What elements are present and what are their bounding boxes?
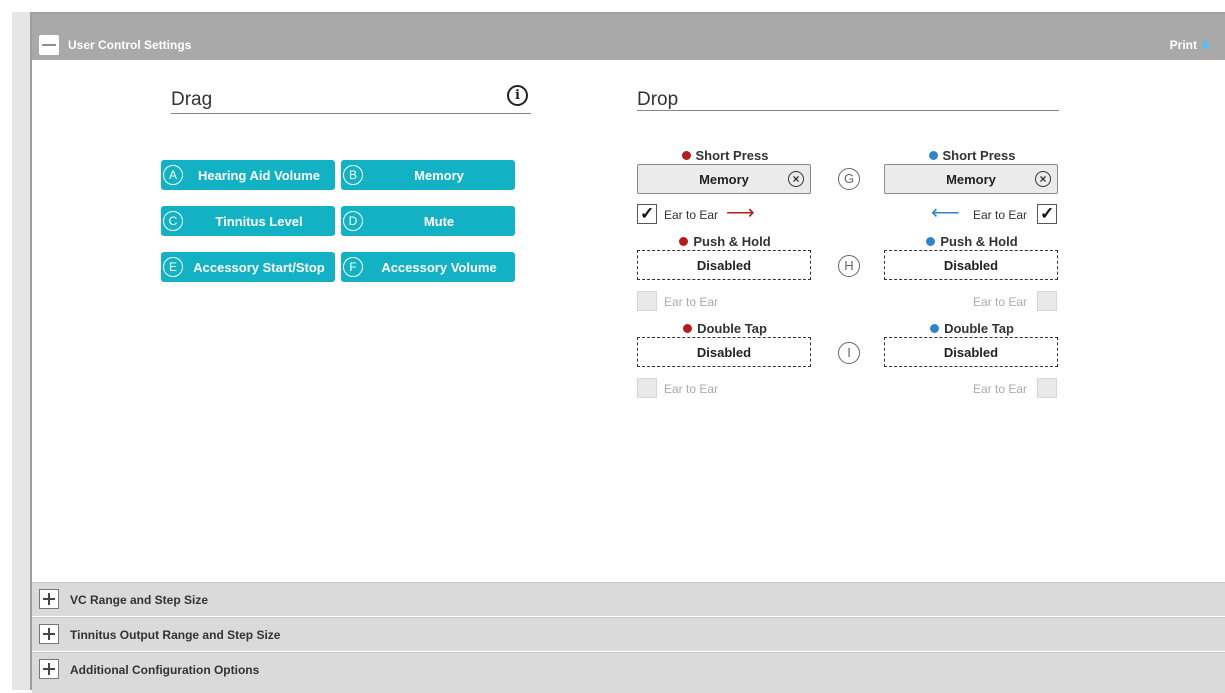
blue-dot-icon [930,324,940,333]
accordion-additional-configuration[interactable]: Additional Configuration Options [32,652,1225,693]
letter-badge-i: I [838,342,860,364]
slot-value: Disabled [943,257,999,273]
left-label-push-hold: Push & Hold [637,234,813,249]
section-title: User Control Settings [68,38,192,52]
chip-label: Mute [423,213,455,229]
left-ear-to-ear-checkbox[interactable] [637,378,657,398]
letter-badge-a: A [163,165,183,185]
chip-tinnitus-level[interactable]: C Tinnitus Level [161,206,335,236]
print-label: Print [1169,38,1197,52]
info-icon[interactable]: i [507,85,528,106]
left-ear-to-ear-label: Ear to Ear [664,382,719,396]
chip-accessory-start-stop[interactable]: E Accessory Start/Stop [161,252,335,282]
user-control-panel: User Control Settings Print Drag i A Hea… [30,12,1225,693]
left-push-hold-slot[interactable]: Disabled [637,250,811,280]
left-ear-to-ear-checkbox[interactable] [637,204,657,224]
print-button[interactable]: Print [1170,38,1211,52]
drag-title: Drag [171,89,213,110]
expand-plus-icon[interactable] [39,589,59,609]
red-dot-icon [681,151,691,160]
chip-label: Accessory Start/Stop [193,259,325,275]
drag-underline [171,113,531,114]
left-arrow-icon: ⟵ [931,202,960,224]
chip-hearing-aid-volume[interactable]: A Hearing Aid Volume [161,160,335,190]
clear-x-icon[interactable]: × [1035,171,1051,187]
left-label-double-tap: Double Tap [637,321,813,336]
chip-mute[interactable]: D Mute [341,206,515,236]
slot-value: Disabled [696,257,752,273]
letter-badge-h: H [838,255,860,277]
right-ear-to-ear-label: Ear to Ear [973,208,1028,222]
blue-dot-icon [928,151,938,160]
chip-label: Accessory Volume [381,259,497,275]
letter-badge-f: F [343,257,363,277]
letter-badge-g: G [838,168,860,190]
slot-value: Disabled [696,344,752,360]
chip-memory[interactable]: B Memory [341,160,515,190]
drop-title: Drop [637,89,679,110]
right-ear-to-ear-checkbox[interactable] [1037,291,1057,311]
right-label-double-tap: Double Tap [884,321,1060,336]
right-push-hold-slot[interactable]: Disabled [884,250,1058,280]
expand-plus-icon[interactable] [39,659,59,679]
letter-badge-e: E [163,257,183,277]
collapse-minus-icon[interactable] [39,35,59,55]
section-header: User Control Settings Print [32,14,1225,60]
chip-label: Memory [414,167,464,183]
right-double-tap-slot[interactable]: Disabled [884,337,1058,367]
left-label-short-press: Short Press [637,148,813,163]
left-short-press-slot[interactable]: Memory × [637,164,811,194]
accordion-title: Tinnitus Output Range and Step Size [70,628,281,642]
expand-plus-icon[interactable] [39,624,59,644]
blue-dot-icon [926,237,936,246]
accordion-title: VC Range and Step Size [70,593,209,607]
drop-underline [637,110,1059,111]
letter-badge-d: D [343,211,363,231]
right-ear-to-ear-checkbox[interactable] [1037,204,1057,224]
accordion-vc-range[interactable]: VC Range and Step Size [32,582,1225,616]
red-dot-icon [679,237,689,246]
right-ear-to-ear-label: Ear to Ear [973,382,1028,396]
slot-value: Memory [946,171,996,187]
chip-label: Tinnitus Level [215,213,303,229]
app-frame: User Control Settings Print Drag i A Hea… [12,12,1225,693]
left-ear-to-ear-checkbox[interactable] [637,291,657,311]
slot-value: Memory [699,171,749,187]
chip-accessory-volume[interactable]: F Accessory Volume [341,252,515,282]
chip-label: Hearing Aid Volume [197,167,321,183]
right-arrow-icon: ⟶ [726,202,755,224]
letter-badge-b: B [343,165,363,185]
left-double-tap-slot[interactable]: Disabled [637,337,811,367]
right-label-short-press: Short Press [884,148,1060,163]
left-ear-to-ear-label: Ear to Ear [664,295,719,309]
accordion-tinnitus-output-range[interactable]: Tinnitus Output Range and Step Size [32,617,1225,651]
red-dot-icon [683,324,693,333]
right-ear-to-ear-checkbox[interactable] [1037,378,1057,398]
right-short-press-slot[interactable]: Memory × [884,164,1058,194]
clear-x-icon[interactable]: × [788,171,804,187]
left-ear-to-ear-label: Ear to Ear [664,208,719,222]
play-triangle-icon [1203,40,1211,50]
right-label-push-hold: Push & Hold [884,234,1060,249]
accordion-title: Additional Configuration Options [70,663,260,677]
slot-value: Disabled [943,344,999,360]
letter-badge-c: C [163,211,183,231]
right-ear-to-ear-label: Ear to Ear [973,295,1028,309]
